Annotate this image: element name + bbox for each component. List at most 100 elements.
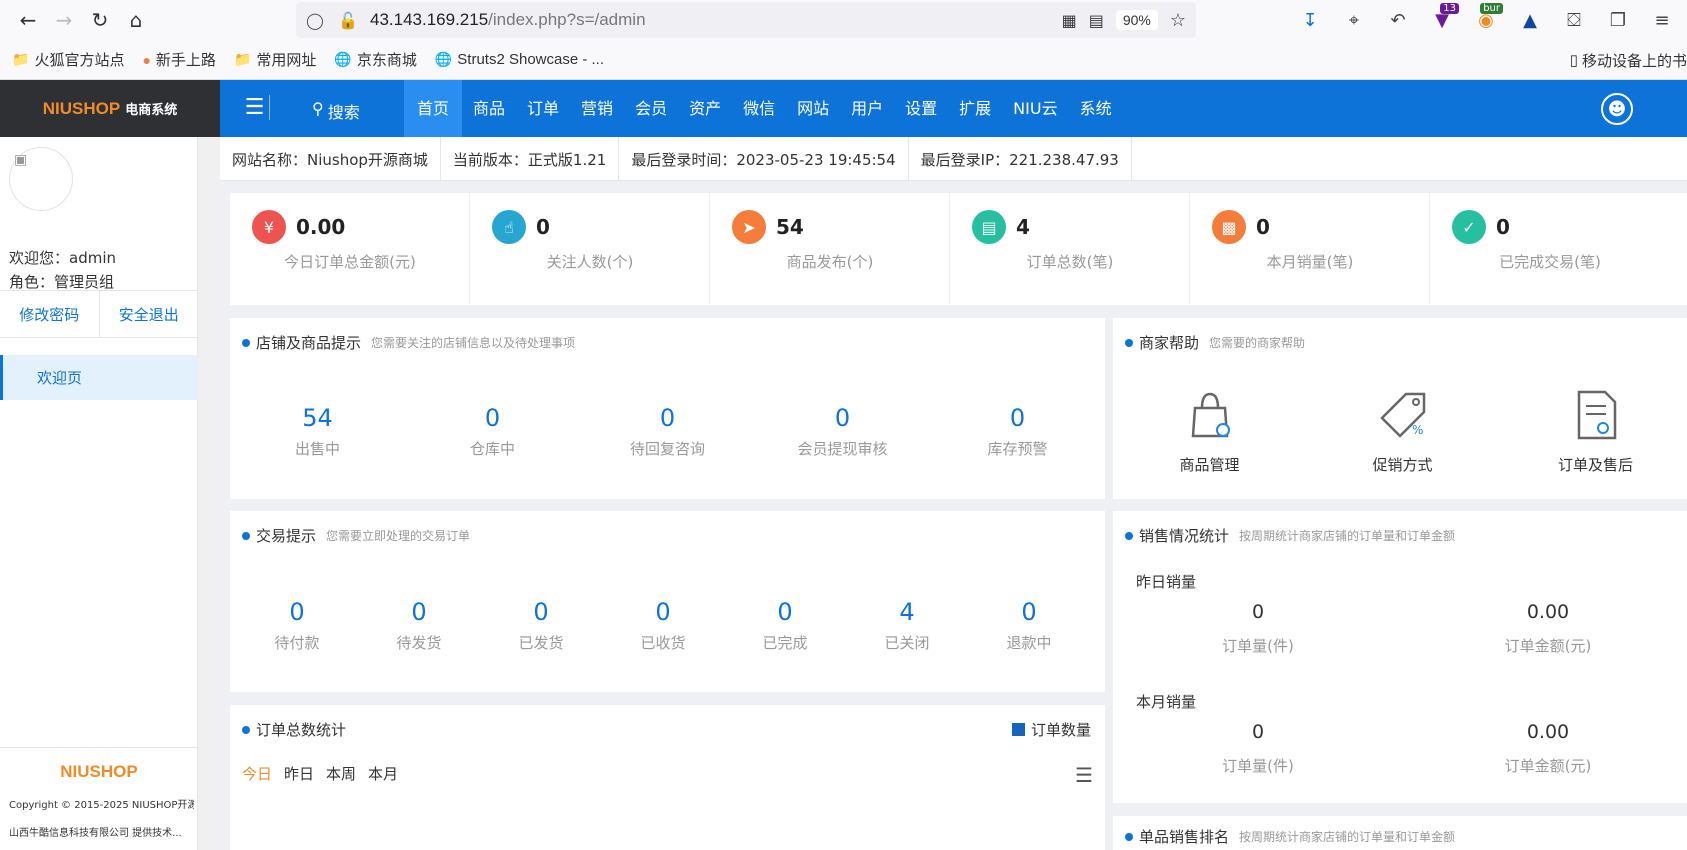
sidebar-scrollbar[interactable]: [198, 137, 220, 850]
chart-menu-icon[interactable]: ☰: [1075, 763, 1093, 787]
trade-kpi-row: 0 待付款 0 待发货 0 已发货 0 已收货 0 已完成 4 已关闭 0 退款中: [230, 598, 1090, 653]
nav-website[interactable]: 网站: [786, 80, 840, 137]
month-sales-heading: 本月销量: [1136, 693, 1197, 711]
nav-orders[interactable]: 订单: [516, 80, 570, 137]
kpi-completed[interactable]: 0 已完成: [724, 598, 846, 653]
kpi-received[interactable]: 0 已收货: [602, 598, 724, 653]
home-icon[interactable]: ⌂: [118, 2, 154, 38]
money-bag-icon: ¥: [252, 210, 286, 244]
nav-marketing[interactable]: 营销: [570, 80, 624, 137]
bookmarks-bar: 📁 火狐官方站点 ● 新手上路 📁 常用网址 🌐 京东商城 🌐 Struts2 Showc…: [0, 40, 1687, 80]
puzzle-icon[interactable]: ⛋: [1559, 5, 1589, 35]
download-icon[interactable]: ↧: [1295, 5, 1325, 35]
shopping-bag-icon: [1191, 392, 1230, 438]
change-password-link[interactable]: 修改密码: [0, 291, 100, 337]
help-after-sales[interactable]: 订单及售后: [1499, 388, 1687, 475]
proxy-icon[interactable]: ▲: [1515, 5, 1545, 35]
bullet-dot: [242, 338, 250, 347]
merchant-help-panel: 商家帮助 您需要的商家帮助 商品管理 % 促销方式 订单及售后: [1113, 318, 1687, 499]
bookmark-item[interactable]: ● 新手上路: [142, 49, 215, 70]
nav-home[interactable]: 首页: [404, 80, 463, 137]
tab-today[interactable]: 今日: [242, 763, 272, 784]
bookmark-star-icon[interactable]: ☆: [1170, 10, 1186, 31]
menu-icon[interactable]: ≡: [1647, 5, 1677, 35]
bookmark-item[interactable]: 📁 常用网址: [234, 49, 316, 70]
url-text[interactable]: 43.143.169.215/index.php?s=/admin: [370, 10, 646, 30]
kpi-refunding[interactable]: 0 退款中: [968, 598, 1090, 653]
logout-link[interactable]: 安全退出: [100, 291, 199, 337]
stat-card: ☝ 0 关注人数(个): [470, 193, 710, 305]
kpi-closed[interactable]: 4 已关闭: [846, 598, 968, 653]
zoom-level[interactable]: 90%: [1115, 10, 1158, 30]
price-tag-icon: %: [1379, 392, 1425, 438]
bookmark-item[interactable]: 📁 火狐官方站点: [12, 49, 124, 70]
kpi-pending-consult[interactable]: 0 待回复咨询: [580, 404, 755, 459]
month-order-count: 0 订单量(件): [1222, 721, 1294, 775]
forward-icon[interactable]: →: [46, 2, 82, 38]
yesterday-sales-row: 0 订单量(件) 0.00 订单金额(元): [1113, 601, 1687, 656]
tab-this-week[interactable]: 本周: [326, 763, 356, 784]
crop-icon[interactable]: ⌖: [1339, 5, 1369, 35]
undo-icon[interactable]: ↶: [1383, 5, 1413, 35]
nav-settings[interactable]: 设置: [894, 80, 948, 137]
user-avatar-icon[interactable]: ☻: [1601, 93, 1633, 125]
tabs-icon[interactable]: ❐: [1603, 5, 1633, 35]
kpi-in-warehouse[interactable]: 0 仓库中: [405, 404, 580, 459]
help-promotion[interactable]: % 促销方式: [1306, 388, 1499, 475]
extension-shield-icon[interactable]: ▼ 13: [1427, 3, 1459, 35]
checked-document-icon: ✓: [1452, 210, 1486, 244]
panel-title: 订单总数统计: [242, 719, 346, 740]
tab-this-month[interactable]: 本月: [368, 763, 398, 784]
yesterday-order-count: 0 订单量(件): [1222, 601, 1294, 655]
nav-system[interactable]: 系统: [1069, 80, 1123, 137]
kpi-pending-payment[interactable]: 0 待付款: [236, 598, 358, 653]
nav-extensions[interactable]: 扩展: [948, 80, 1002, 137]
panel-title: 商家帮助 您需要的商家帮助: [1125, 332, 1305, 353]
shield-icon[interactable]: ◯: [306, 11, 330, 30]
nav-assets[interactable]: 资产: [678, 80, 732, 137]
sales-stats-panel: 销售情况统计 按周期统计商家店铺的订单量和订单金额 昨日销量 0 订单量(件) 0…: [1113, 511, 1687, 803]
kpi-on-sale[interactable]: 54 出售中: [230, 404, 405, 459]
nav-members[interactable]: 会员: [624, 80, 678, 137]
sidebar: ▣ 欢迎您：admin 角色：管理员组 修改密码 安全退出 欢迎页 NIUSHO…: [0, 137, 198, 850]
svg-text:%: %: [1412, 423, 1423, 437]
logo: NIUSHOP 电商系统: [0, 80, 220, 137]
kpi-pending-shipment[interactable]: 0 待发货: [358, 598, 480, 653]
nav-wechat[interactable]: 微信: [732, 80, 786, 137]
order-stats-panel: 订单总数统计 订单数量 今日 昨日 本周 本月 ☰: [230, 705, 1105, 850]
help-goods-management[interactable]: 商品管理: [1113, 388, 1306, 475]
copyright-text: Copyright © 2015-2025 NIUSHOP开源...: [9, 800, 194, 811]
kpi-shipped[interactable]: 0 已发货: [480, 598, 602, 653]
paper-plane-icon: ➤: [732, 210, 766, 244]
bookmark-item[interactable]: 🌐 Struts2 Showcase - ...: [435, 51, 604, 68]
address-bar[interactable]: ◯ 🔓 43.143.169.215/index.php?s=/admin ▦ …: [296, 2, 1196, 38]
mobile-bookmarks[interactable]: ▯ 移动设备上的书: [1570, 40, 1687, 80]
extension-badge: 13: [1440, 3, 1459, 14]
folder-icon: 📁: [233, 51, 252, 67]
sidebar-item-welcome[interactable]: 欢迎页: [0, 355, 198, 400]
help-items: 商品管理 % 促销方式 订单及售后: [1113, 388, 1687, 475]
kpi-withdraw-review[interactable]: 0 会员提现审核: [755, 404, 930, 459]
reader-view-icon[interactable]: ▤: [1089, 11, 1104, 30]
footer-logo: NIUSHOP: [60, 762, 138, 781]
nav-goods[interactable]: 商品: [462, 80, 516, 137]
search-button[interactable]: ⚲ 搜索: [312, 99, 360, 123]
globe-icon: 🌐: [434, 51, 453, 67]
back-icon[interactable]: ←: [10, 2, 46, 38]
tab-yesterday[interactable]: 昨日: [284, 763, 314, 784]
bullet-dot: [242, 725, 250, 734]
document-icon: [1577, 390, 1616, 440]
welcome-text: 欢迎您：admin: [9, 249, 116, 267]
stat-card: ▩ 0 本月销量(笔): [1190, 193, 1430, 305]
chart-legend[interactable]: 订单数量: [1011, 719, 1091, 740]
qr-code-icon[interactable]: ▦: [1062, 11, 1077, 30]
nav-users[interactable]: 用户: [840, 80, 894, 137]
bookmark-item[interactable]: 🌐 京东商城: [334, 49, 416, 70]
reload-icon[interactable]: ↻: [82, 2, 118, 38]
insecure-lock-icon[interactable]: 🔓: [338, 11, 362, 30]
yesterday-sales-heading: 昨日销量: [1136, 573, 1197, 591]
burp-extension-icon[interactable]: ◉ bur: [1471, 3, 1503, 35]
kpi-stock-alert[interactable]: 0 库存预警: [930, 404, 1105, 459]
nav-niu-cloud[interactable]: NIU云: [1002, 80, 1068, 137]
hamburger-menu-icon[interactable]: ☰: [240, 95, 270, 120]
